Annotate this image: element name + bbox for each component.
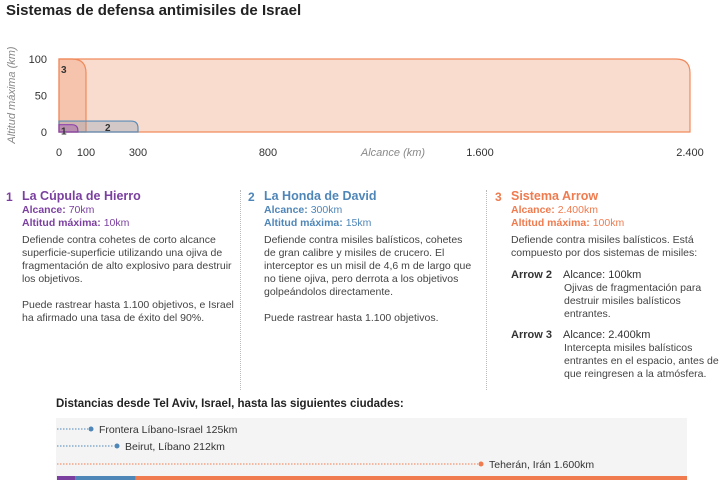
system-number: 2	[248, 190, 255, 204]
system-description: Defiende contra misiles balísticos, cohe…	[264, 234, 472, 324]
column-divider	[240, 190, 241, 390]
y-axis-label: Altitud máxima (km)	[6, 46, 18, 145]
system-range: Alcance: 70km	[22, 204, 95, 216]
x-tick-label: 2.400	[676, 147, 704, 159]
x-tick-label: 1.600	[466, 147, 494, 159]
distance-marker	[88, 426, 94, 432]
system-description: Defiende contra cohetes de corto alcance…	[22, 234, 234, 324]
distance-chart: Frontera Líbano-Israel 125km Beirut, Líba…	[56, 418, 687, 480]
range-segment	[135, 476, 687, 480]
distance-marker	[478, 461, 484, 467]
system-altitude: Altitud máxima: 15km	[264, 216, 372, 229]
chart-zones: 3 2 1	[58, 58, 691, 138]
arrow-2-label: Arrow 2	[511, 269, 552, 281]
arrow-3-label: Arrow 3	[511, 329, 552, 341]
system-altitude: Altitud máxima: 10km	[22, 216, 130, 229]
system-number: 1	[6, 190, 13, 204]
x-axis-label: Alcance (km)	[360, 147, 426, 159]
x-tick-label: 300	[129, 147, 147, 159]
range-color-bar	[57, 476, 687, 480]
system-description: Defiende contra misiles balísticos. Está…	[511, 234, 698, 259]
zone-area-arrow-envelope	[58, 58, 691, 133]
city-label: Teherán, Irán 1.600km	[489, 459, 594, 471]
page-title: Sistemas de defensa antimisiles de Israe…	[6, 2, 302, 19]
distance-marker	[114, 443, 120, 449]
distances-title: Distancias desde Tel Aviv, Israel, hasta…	[56, 398, 404, 410]
system-range: Alcance: 300km	[264, 204, 343, 216]
system-altitude: Altitud máxima: 100km	[511, 216, 625, 229]
system-number: 3	[495, 190, 502, 204]
arrow-2-row: Arrow 2 Alcance: 100km Ojivas de fragmen…	[511, 269, 725, 321]
city-label: Beirut, Líbano 212km	[125, 441, 225, 453]
system-name: Sistema Arrow	[511, 189, 599, 203]
system-davids-sling: 2 La Honda de David Alcance: 300km Altit…	[248, 190, 476, 338]
range-segment	[75, 476, 136, 480]
city-label: Frontera Líbano-Israel 125km	[99, 424, 238, 436]
y-tick-label: 0	[41, 127, 47, 139]
system-arrow: 3 Sistema Arrow Alcance: 2.400km Altitud…	[495, 190, 725, 381]
x-tick-label: 100	[77, 147, 95, 159]
arrow-3-description: Intercepta misiles balísticos entrantes …	[564, 342, 719, 380]
column-divider	[486, 190, 487, 390]
x-tick-label: 800	[259, 147, 277, 159]
system-iron-dome: 1 La Cúpula de Hierro Alcance: 70km Alti…	[6, 190, 236, 338]
y-tick-label: 100	[29, 54, 47, 66]
y-axis-ticks: 0 50 100	[29, 54, 47, 139]
y-tick-label: 50	[35, 91, 47, 103]
zone-label-2: 2	[105, 123, 111, 134]
zone-label-3: 3	[61, 65, 67, 76]
system-range: Alcance: 2.400km	[511, 204, 598, 216]
arrow-3-row: Arrow 3 Alcance: 2.400km Intercepta misi…	[511, 329, 725, 381]
x-tick-label: 0	[56, 147, 62, 159]
system-name: La Cúpula de Hierro	[22, 189, 141, 203]
zone-label-1: 1	[61, 127, 67, 138]
arrow-3-range: Alcance: 2.400km	[563, 329, 651, 341]
range-altitude-chart: 3 2 1 0 50 100 0 100 300 800 1.600 2.400 Altitud …	[6, 46, 704, 159]
arrow-2-range: Alcance: 100km	[563, 269, 642, 281]
system-name: La Honda de David	[264, 189, 377, 203]
range-segment	[57, 476, 76, 480]
arrow-2-description: Ojivas de fragmentación para destruir mi…	[564, 282, 702, 320]
